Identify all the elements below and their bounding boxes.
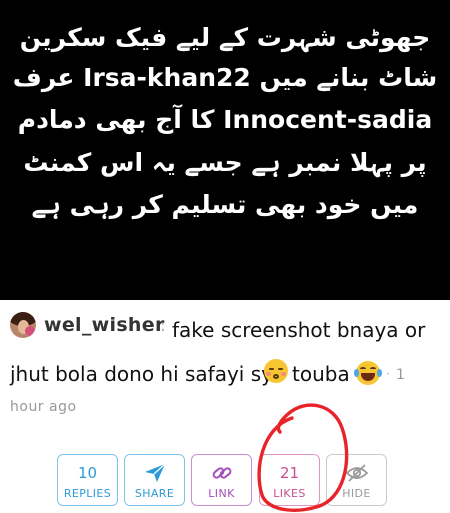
comment: wel_wisher : fake screenshot bnaya or jh… bbox=[0, 300, 450, 513]
hide-button[interactable]: HIDE bbox=[326, 454, 387, 506]
likes-label: LIKES bbox=[273, 487, 306, 500]
tears-of-joy-emoji-icon bbox=[354, 361, 382, 385]
eye-off-icon bbox=[345, 464, 369, 482]
replies-count: 10 bbox=[77, 464, 98, 482]
username[interactable]: wel_wisher bbox=[44, 314, 165, 336]
share-label: SHARE bbox=[134, 487, 175, 500]
post-text-line: پر پہلا نمبر ہے جسے یہ اس کمنٹ bbox=[23, 148, 427, 177]
replies-button[interactable]: 10 REPLIES bbox=[57, 454, 118, 506]
username-separator: : bbox=[160, 316, 166, 336]
post-text-line: میں خود بھی تسلیم کر رہی ہے bbox=[31, 190, 419, 219]
replies-label: REPLIES bbox=[63, 487, 112, 500]
comment-text-line: touba bbox=[292, 362, 350, 386]
avatar[interactable] bbox=[10, 312, 36, 338]
link-label: LINK bbox=[208, 487, 235, 500]
flushed-kiss-emoji-icon bbox=[264, 359, 288, 383]
time-separator: · bbox=[386, 367, 390, 381]
likes-button[interactable]: 21 LIKES bbox=[259, 454, 320, 506]
post-text-line: جھوٹی شہرت کے لیے فیک سکرین bbox=[19, 23, 431, 52]
comment-timestamp: hour ago bbox=[10, 399, 77, 415]
comment-text-line: fake screenshot bnaya or bbox=[172, 318, 426, 342]
comment-text-line: jhut bola dono hi safayi sy bbox=[10, 362, 273, 386]
post-text-line: Innocent-sadia کا آج بھی دمادم bbox=[17, 105, 433, 134]
post-image: جھوٹی شہرت کے لیے فیک سکرین شاٹ بنانے می… bbox=[0, 0, 450, 300]
link-icon bbox=[212, 467, 232, 479]
post-text-line: شاٹ بنانے میں Irsa-khan22 عرف bbox=[12, 63, 438, 92]
comment-timestamp: 1 bbox=[396, 367, 406, 383]
avatar-flower bbox=[25, 326, 35, 336]
send-icon bbox=[145, 463, 166, 482]
hide-label: HIDE bbox=[342, 487, 371, 500]
link-button[interactable]: LINK bbox=[191, 454, 252, 506]
share-button[interactable]: SHARE bbox=[124, 454, 185, 506]
likes-count: 21 bbox=[279, 464, 300, 482]
